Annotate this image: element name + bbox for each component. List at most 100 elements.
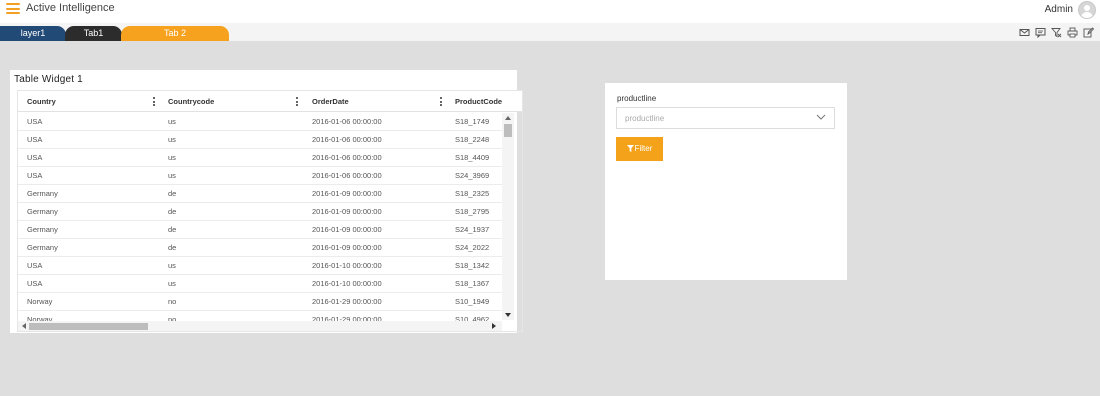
orderdate-cell: 2016-01-09 00:00:00 xyxy=(312,207,382,216)
filter-button[interactable]: Filter xyxy=(616,137,663,161)
table-row[interactable]: USA us 2016-01-06 00:00:00 S18_4409 xyxy=(18,149,502,167)
country-cell: Germany xyxy=(27,189,58,198)
productcode-cell: S18_1367 xyxy=(455,279,490,288)
countrycode-cell: us xyxy=(168,135,176,144)
column-menu-icon[interactable] xyxy=(440,97,443,106)
country-cell: Germany xyxy=(27,207,58,216)
tab-strip: layer1 Tab1 Tab 2 xyxy=(0,23,1100,41)
column-header-countrycode[interactable]: Countrycode xyxy=(168,91,214,112)
clear-filter-icon[interactable] xyxy=(1051,27,1062,38)
print-icon[interactable] xyxy=(1067,27,1078,38)
country-cell: USA xyxy=(27,117,43,126)
countrycode-cell: de xyxy=(168,225,177,234)
tab-layer1[interactable]: layer1 xyxy=(0,26,66,41)
country-cell: USA xyxy=(27,279,43,288)
countrycode-cell: de xyxy=(168,243,177,252)
tab-tab1[interactable]: Tab1 xyxy=(65,26,122,41)
table-row[interactable]: USA us 2016-01-10 00:00:00 S18_1342 xyxy=(18,257,502,275)
filter-widget: productline productline Filter xyxy=(605,83,847,280)
countrycode-cell: no xyxy=(168,315,177,321)
productcode-cell: S18_2325 xyxy=(455,189,490,198)
productline-placeholder: productline xyxy=(625,114,665,123)
column-header-productcode[interactable]: ProductCode xyxy=(455,91,502,112)
vertical-scrollbar[interactable] xyxy=(502,113,514,320)
hamburger-menu-icon[interactable] xyxy=(6,3,20,14)
orderdate-cell: 2016-01-09 00:00:00 xyxy=(312,225,382,234)
app-title: Active Intelligence xyxy=(26,2,115,14)
column-header-country[interactable]: Country xyxy=(27,91,56,112)
table-row[interactable]: Norway no 2016-01-29 00:00:00 S10_4962 xyxy=(18,311,502,321)
edit-icon[interactable] xyxy=(1083,27,1094,38)
grid-body: USA us 2016-01-06 00:00:00 S18_1749 USA us 201… xyxy=(18,113,502,321)
productcode-cell: S18_4409 xyxy=(455,153,490,162)
countrycode-cell: us xyxy=(168,153,176,162)
scroll-left-icon[interactable] xyxy=(22,323,26,329)
scroll-down-icon[interactable] xyxy=(505,313,511,317)
productcode-cell: S24_2022 xyxy=(455,243,490,252)
productcode-cell: S18_1749 xyxy=(455,117,490,126)
table-widget: Table Widget 1 Country Countrycode Order… xyxy=(10,70,523,333)
country-cell: USA xyxy=(27,171,43,180)
scroll-right-icon[interactable] xyxy=(492,323,496,329)
country-cell: Germany xyxy=(27,243,58,252)
orderdate-cell: 2016-01-29 00:00:00 xyxy=(312,297,382,306)
productcode-cell: S10_4962 xyxy=(455,315,490,321)
top-bar: Active Intelligence Admin xyxy=(0,0,1100,23)
horizontal-scrollbar[interactable] xyxy=(18,321,502,331)
country-cell: Germany xyxy=(27,225,58,234)
table-row[interactable]: USA us 2016-01-10 00:00:00 S18_1367 xyxy=(18,275,502,293)
productcode-cell: S18_2795 xyxy=(455,207,490,216)
table-row[interactable]: USA us 2016-01-06 00:00:00 S24_3969 xyxy=(18,167,502,185)
table-row[interactable]: Germany de 2016-01-09 00:00:00 S24_1937 xyxy=(18,221,502,239)
table-row[interactable]: USA us 2016-01-06 00:00:00 S18_1749 xyxy=(18,113,502,131)
country-cell: USA xyxy=(27,261,43,270)
chevron-down-icon xyxy=(816,114,826,120)
user-avatar-icon[interactable] xyxy=(1078,1,1096,19)
country-cell: USA xyxy=(27,135,43,144)
filter-label: productline xyxy=(617,94,657,103)
filter-icon xyxy=(626,145,634,152)
dashboard-toolbar xyxy=(1019,27,1094,38)
column-header-orderdate[interactable]: OrderDate xyxy=(312,91,349,112)
filter-button-label: Filter xyxy=(634,144,653,153)
orderdate-cell: 2016-01-10 00:00:00 xyxy=(312,279,382,288)
tab-tab2[interactable]: Tab 2 xyxy=(121,26,229,41)
orderdate-cell: 2016-01-09 00:00:00 xyxy=(312,243,382,252)
column-menu-icon[interactable] xyxy=(296,97,299,106)
vertical-scroll-thumb[interactable] xyxy=(504,124,512,137)
productline-select[interactable]: productline xyxy=(616,107,835,129)
table-row[interactable]: USA us 2016-01-06 00:00:00 S18_2248 xyxy=(18,131,502,149)
email-icon[interactable] xyxy=(1019,27,1030,38)
comment-icon[interactable] xyxy=(1035,27,1046,38)
orderdate-cell: 2016-01-06 00:00:00 xyxy=(312,117,382,126)
country-cell: Norway xyxy=(27,297,53,306)
orderdate-cell: 2016-01-29 00:00:00 xyxy=(312,315,382,321)
column-menu-icon[interactable] xyxy=(153,97,156,106)
country-cell: USA xyxy=(27,153,43,162)
countrycode-cell: us xyxy=(168,117,176,126)
countrycode-cell: us xyxy=(168,171,176,180)
orderdate-cell: 2016-01-06 00:00:00 xyxy=(312,153,382,162)
data-grid: Country Countrycode OrderDate ProductCod… xyxy=(17,90,523,332)
productcode-cell: S24_1937 xyxy=(455,225,490,234)
productcode-cell: S24_3969 xyxy=(455,171,490,180)
scroll-up-icon[interactable] xyxy=(505,116,511,120)
table-widget-title: Table Widget 1 xyxy=(14,74,83,85)
productcode-cell: S18_2248 xyxy=(455,135,490,144)
countrycode-cell: de xyxy=(168,189,177,198)
grid-header: Country Countrycode OrderDate ProductCod… xyxy=(18,91,522,112)
table-row[interactable]: Germany de 2016-01-09 00:00:00 S18_2325 xyxy=(18,185,502,203)
countrycode-cell: de xyxy=(168,207,177,216)
countrycode-cell: us xyxy=(168,279,176,288)
user-name[interactable]: Admin xyxy=(1045,4,1073,15)
orderdate-cell: 2016-01-09 00:00:00 xyxy=(312,189,382,198)
horizontal-scroll-thumb[interactable] xyxy=(29,323,148,330)
orderdate-cell: 2016-01-06 00:00:00 xyxy=(312,171,382,180)
country-cell: Norway xyxy=(27,315,53,321)
orderdate-cell: 2016-01-10 00:00:00 xyxy=(312,261,382,270)
productcode-cell: S18_1342 xyxy=(455,261,490,270)
countrycode-cell: no xyxy=(168,297,177,306)
table-row[interactable]: Germany de 2016-01-09 00:00:00 S24_2022 xyxy=(18,239,502,257)
table-row[interactable]: Norway no 2016-01-29 00:00:00 S10_1949 xyxy=(18,293,502,311)
table-row[interactable]: Germany de 2016-01-09 00:00:00 S18_2795 xyxy=(18,203,502,221)
